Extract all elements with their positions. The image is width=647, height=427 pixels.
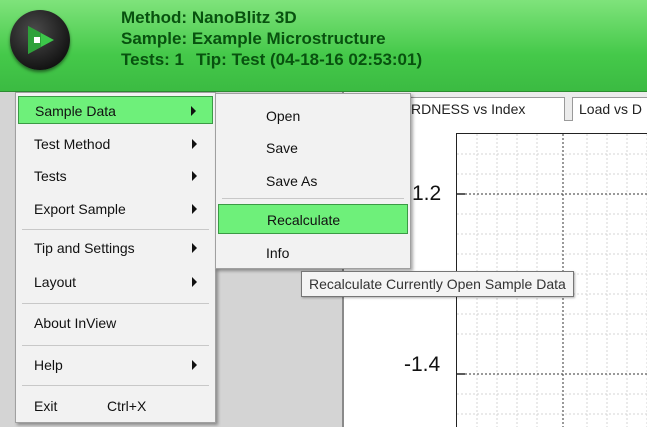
app-logo[interactable] xyxy=(10,10,70,70)
menu-item-tests[interactable]: Tests xyxy=(18,162,213,190)
menu-item-label: About InView xyxy=(34,315,117,331)
menu-item-label: Test Method xyxy=(34,136,111,152)
tests-label: Tests: 1 xyxy=(121,50,184,69)
tab-load-vs-d[interactable]: Load vs D xyxy=(572,97,647,121)
menu-item-label: Tip and Settings xyxy=(34,240,135,256)
submenu-arrow-icon xyxy=(192,204,197,214)
y-tick-label: -1.4 xyxy=(404,353,441,376)
app-header: Method: NanoBlitz 3D Sample: Example Mic… xyxy=(0,0,647,92)
submenu-item-save[interactable]: Save xyxy=(218,132,408,162)
menu-item-test-method[interactable]: Test Method xyxy=(18,130,213,158)
submenu-arrow-icon xyxy=(191,106,196,116)
submenu-arrow-icon xyxy=(192,360,197,370)
tab-hardness-vs-index[interactable]: RDNESS vs Index xyxy=(404,97,565,121)
menu-separator xyxy=(22,303,209,304)
menu-item-label: Exit xyxy=(34,398,58,414)
menu-item-label: Sample Data xyxy=(35,103,116,119)
menu-separator xyxy=(222,198,404,199)
menu-item-tip-and-settings[interactable]: Tip and Settings xyxy=(18,234,213,262)
menu-item-help[interactable]: Help xyxy=(18,351,213,379)
menu-item-label: Layout xyxy=(34,274,77,290)
submenu-item-save-as[interactable]: Save As xyxy=(218,165,408,195)
method-label: Method: NanoBlitz 3D xyxy=(121,8,297,27)
submenu-item-recalculate[interactable]: Recalculate xyxy=(218,204,408,234)
menu-item-label: Export Sample xyxy=(34,201,126,217)
recalculate-tooltip: Recalculate Currently Open Sample Data xyxy=(301,271,574,297)
y-tick-label: 1.2 xyxy=(412,182,442,205)
logo-arrow-icon xyxy=(28,26,54,54)
tip-label: Tip: Test (04-18-16 02:53:01) xyxy=(196,50,423,69)
menu-item-label: Help xyxy=(34,357,63,373)
menu-item-layout[interactable]: Layout xyxy=(18,268,213,296)
menu-item-about-inview[interactable]: About InView xyxy=(18,309,213,337)
menu-separator xyxy=(22,229,209,230)
menu-item-sample-data[interactable]: Sample Data xyxy=(18,96,213,124)
submenu-item-info[interactable]: Info xyxy=(218,237,408,267)
exit-shortcut: Ctrl+X xyxy=(107,398,147,414)
submenu-arrow-icon xyxy=(192,139,197,149)
menu-item-export-sample[interactable]: Export Sample xyxy=(18,195,213,223)
sample-label: Sample: Example Microstructure xyxy=(121,29,386,48)
submenu-arrow-icon xyxy=(192,243,197,253)
submenu-arrow-icon xyxy=(192,171,197,181)
submenu-arrow-icon xyxy=(192,277,197,287)
submenu-item-open[interactable]: Open xyxy=(218,100,408,130)
menu-separator xyxy=(22,385,209,386)
sample-data-submenu: Open Save Save As Recalculate Info xyxy=(215,93,411,269)
menu-separator xyxy=(22,345,209,346)
main-menu: Sample Data Test Method Tests Export Sam… xyxy=(15,92,216,423)
menu-item-exit[interactable]: Exit Ctrl+X xyxy=(18,392,213,420)
menu-item-label: Tests xyxy=(34,168,67,184)
tests-tip-line: Tests: 1 Tip: Test (04-18-16 02:53:01) xyxy=(121,50,422,70)
